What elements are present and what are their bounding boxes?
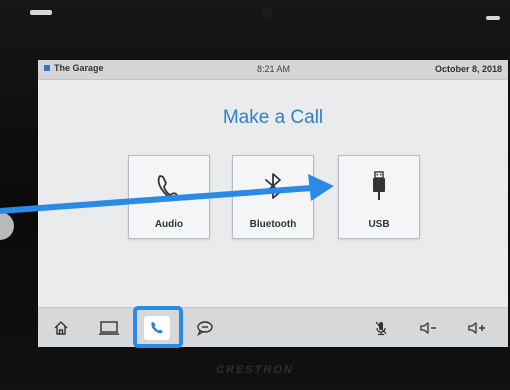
chat-button[interactable] [192, 316, 218, 340]
date: October 8, 2018 [434, 64, 502, 74]
volume-up-button[interactable] [464, 316, 490, 340]
phone-handset-icon [157, 175, 179, 201]
microphone-mute-icon [375, 321, 387, 336]
page-title: Make a Call [222, 107, 324, 128]
home-icon [54, 321, 68, 335]
light-reflection [0, 212, 14, 240]
clock: 8:21 AM [257, 64, 291, 74]
bezel-indicator [30, 10, 52, 15]
device-bezel: The Garage 8:21 AM October 8, 2018 Make … [0, 0, 510, 390]
bottom-nav-bar [38, 307, 508, 347]
room-name: The Garage [44, 63, 104, 73]
brand-logo: CRESTRON [216, 364, 294, 376]
laptop-icon [99, 321, 119, 335]
status-bar: The Garage 8:21 AM October 8, 2018 [38, 60, 508, 80]
usb-icon [373, 171, 385, 200]
chat-icon [197, 321, 213, 336]
volume-down-button[interactable] [416, 316, 442, 340]
usb-label: USB [368, 219, 390, 230]
touch-screen: The Garage 8:21 AM October 8, 2018 Make … [38, 60, 508, 347]
room-name-text: The Garage [54, 63, 104, 73]
presentation-button[interactable] [96, 316, 122, 340]
bluetooth-label: Bluetooth [249, 219, 297, 230]
call-button-highlight [133, 306, 183, 348]
home-button[interactable] [48, 316, 74, 340]
audio-label: Audio [154, 219, 184, 230]
mic-mute-button[interactable] [368, 316, 394, 340]
usb-call-button[interactable]: USB [338, 155, 420, 239]
bluetooth-call-button[interactable]: Bluetooth [232, 155, 314, 239]
camera-lens [262, 8, 272, 18]
bezel-indicator-right [486, 16, 500, 20]
bluetooth-icon [265, 173, 281, 199]
room-indicator-icon [44, 65, 50, 71]
volume-up-icon [468, 322, 485, 334]
audio-call-button[interactable]: Audio [128, 155, 210, 239]
volume-down-icon [420, 322, 436, 334]
